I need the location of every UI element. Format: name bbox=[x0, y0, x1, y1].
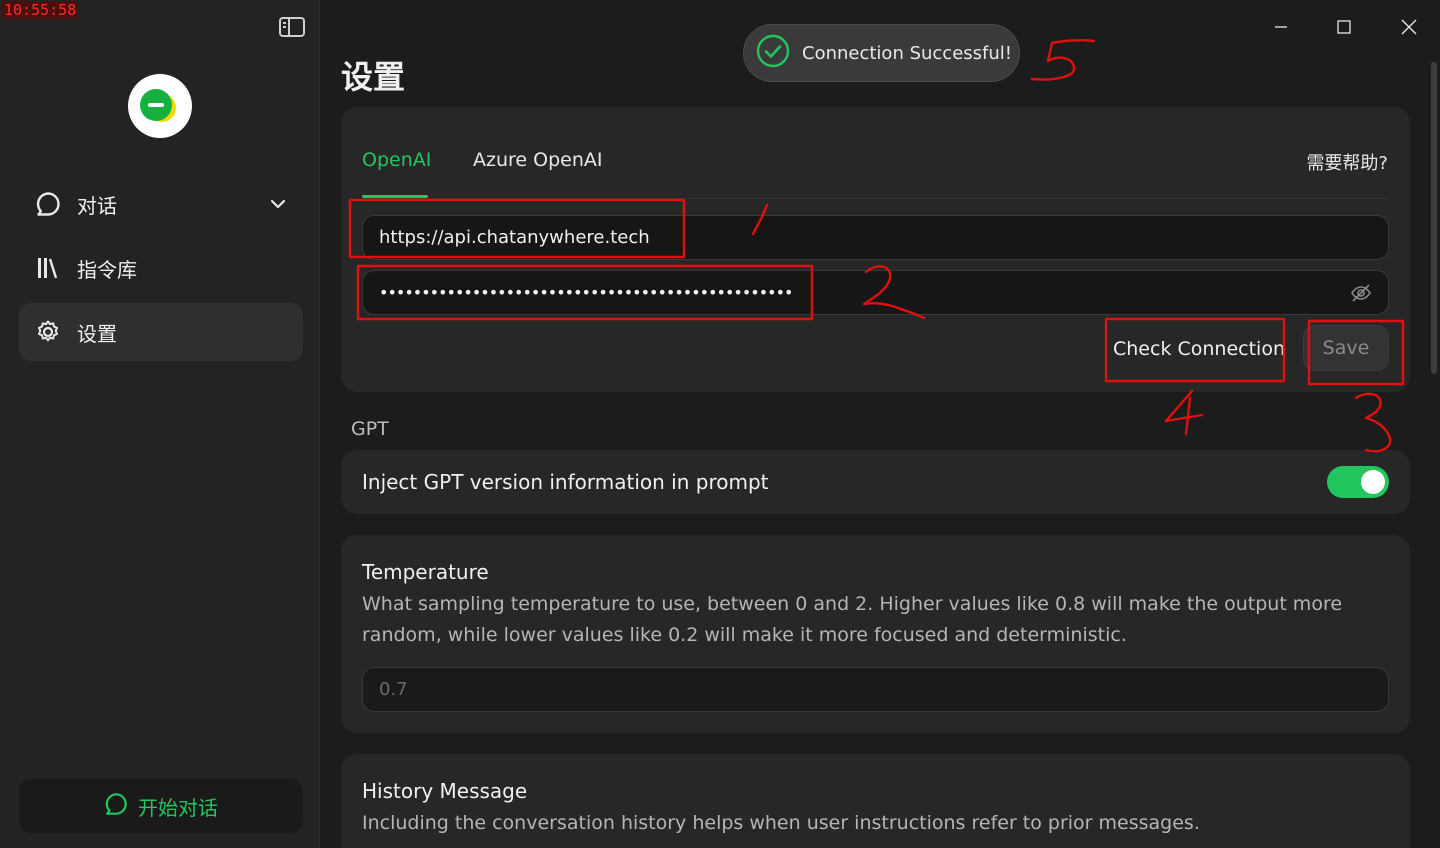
chevron-down-icon[interactable] bbox=[269, 195, 287, 217]
history-message-card: History Message Including the conversati… bbox=[341, 754, 1410, 848]
gear-icon bbox=[35, 319, 61, 345]
inject-version-label: Inject GPT version information in prompt bbox=[362, 470, 769, 494]
page-title: 设置 bbox=[341, 58, 406, 96]
check-circle-icon bbox=[756, 34, 790, 72]
close-button[interactable] bbox=[1396, 14, 1422, 40]
provider-tabs: OpenAI Azure OpenAI bbox=[362, 149, 1388, 199]
check-connection-button[interactable]: Check Connection bbox=[1113, 329, 1285, 369]
scrollbar[interactable] bbox=[1431, 62, 1437, 374]
history-description: Including the conversation history helps… bbox=[362, 812, 1200, 834]
annotation-mark-4 bbox=[1164, 389, 1204, 436]
sidebar-item-library[interactable]: 指令库 bbox=[19, 239, 303, 297]
api-key-value: ••••••••••••••••••••••••••••••••••••••••… bbox=[379, 283, 793, 302]
inject-version-toggle[interactable] bbox=[1327, 466, 1389, 498]
sidebar-toggle-icon[interactable] bbox=[279, 17, 305, 37]
api-settings-card: OpenAI Azure OpenAI 需要帮助? https://api.ch… bbox=[341, 107, 1410, 392]
sidebar-item-label: 设置 bbox=[77, 321, 117, 346]
tab-openai[interactable]: OpenAI bbox=[362, 149, 431, 171]
chat-icon bbox=[104, 792, 128, 820]
chat-icon bbox=[35, 191, 61, 217]
save-button[interactable]: Save bbox=[1303, 325, 1389, 371]
sidebar-item-label: 指令库 bbox=[77, 257, 137, 282]
sidebar: 对话 指令库 设置 开始对话 bbox=[0, 0, 320, 848]
gpt-section-label: GPT bbox=[351, 418, 389, 440]
start-chat-button[interactable]: 开始对话 bbox=[19, 779, 303, 833]
tab-azure-openai[interactable]: Azure OpenAI bbox=[473, 149, 602, 171]
active-tab-indicator bbox=[362, 195, 428, 198]
minimize-button[interactable] bbox=[1268, 14, 1294, 40]
temperature-description: What sampling temperature to use, betwee… bbox=[362, 593, 1343, 646]
library-icon bbox=[35, 255, 61, 281]
api-url-input[interactable]: https://api.chatanywhere.tech bbox=[362, 215, 1389, 260]
sidebar-item-chat[interactable]: 对话 bbox=[19, 175, 303, 233]
connection-toast: Connection Successful! bbox=[743, 24, 1020, 82]
inject-version-card: Inject GPT version information in prompt bbox=[341, 450, 1410, 514]
annotation-mark-3 bbox=[1354, 392, 1392, 453]
toast-message: Connection Successful! bbox=[802, 42, 1012, 64]
annotation-mark-5 bbox=[1030, 38, 1096, 81]
start-chat-label: 开始对话 bbox=[138, 795, 218, 820]
sidebar-item-settings[interactable]: 设置 bbox=[19, 303, 303, 361]
history-title: History Message bbox=[362, 779, 528, 803]
app-logo bbox=[128, 74, 192, 138]
help-link[interactable]: 需要帮助? bbox=[1306, 149, 1388, 175]
clock-overlay: 10:55:58 bbox=[2, 1, 79, 19]
api-key-input[interactable]: ••••••••••••••••••••••••••••••••••••••••… bbox=[362, 270, 1389, 315]
maximize-button[interactable] bbox=[1331, 14, 1357, 40]
sidebar-item-label: 对话 bbox=[77, 193, 117, 218]
eye-off-icon[interactable] bbox=[1350, 282, 1372, 308]
temperature-input[interactable]: 0.7 bbox=[362, 667, 1389, 712]
temperature-title: Temperature bbox=[362, 560, 489, 584]
temperature-card: Temperature What sampling temperature to… bbox=[341, 535, 1410, 733]
